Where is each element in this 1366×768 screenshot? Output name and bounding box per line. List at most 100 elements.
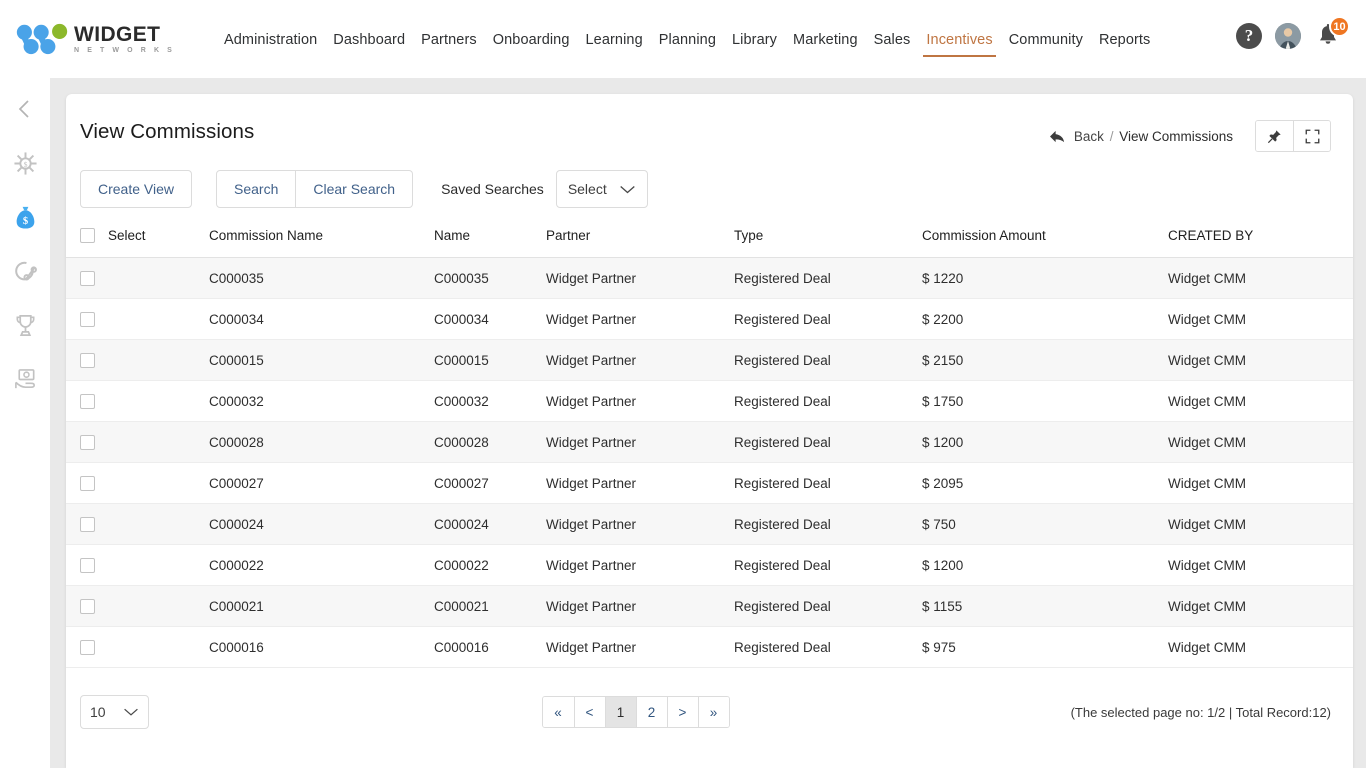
nav-item-reports[interactable]: Reports — [1091, 32, 1158, 64]
fullscreen-expand-icon[interactable] — [1293, 121, 1330, 151]
page-button-2[interactable]: 2 — [636, 697, 667, 727]
page-button-[interactable]: > — [667, 697, 698, 727]
nav-item-learning[interactable]: Learning — [578, 32, 651, 64]
table-row[interactable]: C000027C000027Widget PartnerRegistered D… — [66, 463, 1353, 504]
nav-item-partners[interactable]: Partners — [413, 32, 485, 64]
cell-partner[interactable]: Widget Partner — [546, 504, 734, 545]
table-row[interactable]: C000022C000022Widget PartnerRegistered D… — [66, 545, 1353, 586]
cell-name[interactable]: C000016 — [434, 627, 546, 668]
cell-partner[interactable]: Widget Partner — [546, 381, 734, 422]
cell-created-by[interactable]: Widget CMM — [1168, 627, 1353, 668]
cell-name[interactable]: C000015 — [434, 340, 546, 381]
cell-commission-name[interactable]: C000015 — [209, 340, 434, 381]
nav-item-onboarding[interactable]: Onboarding — [485, 32, 578, 64]
table-row[interactable]: C000034C000034Widget PartnerRegistered D… — [66, 299, 1353, 340]
clear-search-button[interactable]: Clear Search — [296, 170, 413, 208]
user-avatar-icon[interactable] — [1275, 23, 1301, 49]
cell-created-by[interactable]: Widget CMM — [1168, 504, 1353, 545]
cell-created-by[interactable]: Widget CMM — [1168, 381, 1353, 422]
page-button-[interactable]: < — [574, 697, 605, 727]
select-all-checkbox[interactable] — [80, 228, 95, 243]
row-checkbox[interactable] — [80, 394, 95, 409]
search-button[interactable]: Search — [216, 170, 296, 208]
breadcrumb-back-link[interactable]: Back — [1074, 129, 1104, 144]
cell-partner[interactable]: Widget Partner — [546, 299, 734, 340]
row-checkbox[interactable] — [80, 640, 95, 655]
cell-name[interactable]: C000027 — [434, 463, 546, 504]
cell-created-by[interactable]: Widget CMM — [1168, 422, 1353, 463]
nav-item-marketing[interactable]: Marketing — [785, 32, 866, 64]
row-checkbox[interactable] — [80, 312, 95, 327]
nav-item-community[interactable]: Community — [1001, 32, 1091, 64]
page-button-[interactable]: « — [543, 697, 574, 727]
table-row[interactable]: C000032C000032Widget PartnerRegistered D… — [66, 381, 1353, 422]
row-checkbox[interactable] — [80, 558, 95, 573]
table-row[interactable]: C000024C000024Widget PartnerRegistered D… — [66, 504, 1353, 545]
cell-created-by[interactable]: Widget CMM — [1168, 586, 1353, 627]
cell-created-by[interactable]: Widget CMM — [1168, 545, 1353, 586]
cell-commission-amount: $ 1200 — [922, 545, 1168, 586]
cell-name[interactable]: C000032 — [434, 381, 546, 422]
cell-commission-name[interactable]: C000021 — [209, 586, 434, 627]
notification-bell-icon[interactable]: 10 — [1314, 22, 1342, 50]
cell-name[interactable]: C000021 — [434, 586, 546, 627]
page-button-[interactable]: » — [698, 697, 729, 727]
cell-partner[interactable]: Widget Partner — [546, 422, 734, 463]
row-checkbox[interactable] — [80, 435, 95, 450]
hand-cash-icon[interactable] — [8, 362, 42, 396]
cell-partner[interactable]: Widget Partner — [546, 586, 734, 627]
percent-rebate-icon[interactable] — [8, 254, 42, 288]
pin-icon[interactable] — [1256, 121, 1293, 151]
row-checkbox[interactable] — [80, 517, 95, 532]
nav-item-library[interactable]: Library — [724, 32, 785, 64]
collapse-chevron-left-icon[interactable] — [8, 92, 42, 126]
table-row[interactable]: C000015C000015Widget PartnerRegistered D… — [66, 340, 1353, 381]
cell-commission-name[interactable]: C000027 — [209, 463, 434, 504]
back-arrow-icon[interactable] — [1049, 129, 1066, 144]
nav-item-administration[interactable]: Administration — [216, 32, 325, 64]
money-bag-icon[interactable]: $ — [8, 200, 42, 234]
cell-created-by[interactable]: Widget CMM — [1168, 463, 1353, 504]
cell-name[interactable]: C000035 — [434, 258, 546, 299]
cell-created-by[interactable]: Widget CMM — [1168, 299, 1353, 340]
cell-partner[interactable]: Widget Partner — [546, 545, 734, 586]
table-row[interactable]: C000035C000035Widget PartnerRegistered D… — [66, 258, 1353, 299]
cell-name[interactable]: C000028 — [434, 422, 546, 463]
cell-partner[interactable]: Widget Partner — [546, 340, 734, 381]
table-row[interactable]: C000021C000021Widget PartnerRegistered D… — [66, 586, 1353, 627]
page-button-1[interactable]: 1 — [605, 697, 636, 727]
cell-commission-name[interactable]: C000022 — [209, 545, 434, 586]
saved-searches-select[interactable]: Select — [556, 170, 648, 208]
cell-commission-name[interactable]: C000016 — [209, 627, 434, 668]
nav-item-planning[interactable]: Planning — [651, 32, 724, 64]
brand-logo[interactable]: WIDGET N E T W O R K S — [16, 14, 184, 64]
table-row[interactable]: C000016C000016Widget PartnerRegistered D… — [66, 627, 1353, 668]
cell-name[interactable]: C000034 — [434, 299, 546, 340]
table-row[interactable]: C000028C000028Widget PartnerRegistered D… — [66, 422, 1353, 463]
cell-commission-name[interactable]: C000034 — [209, 299, 434, 340]
nav-item-dashboard[interactable]: Dashboard — [325, 32, 413, 64]
cell-partner[interactable]: Widget Partner — [546, 463, 734, 504]
cell-commission-name[interactable]: C000028 — [209, 422, 434, 463]
cell-commission-name[interactable]: C000032 — [209, 381, 434, 422]
nav-item-incentives[interactable]: Incentives — [918, 32, 1000, 64]
create-view-button[interactable]: Create View — [80, 170, 192, 208]
settings-gear-icon[interactable]: $ — [8, 146, 42, 180]
cell-partner[interactable]: Widget Partner — [546, 258, 734, 299]
cell-created-by[interactable]: Widget CMM — [1168, 258, 1353, 299]
row-checkbox[interactable] — [80, 271, 95, 286]
cell-commission-name[interactable]: C000035 — [209, 258, 434, 299]
cell-name[interactable]: C000022 — [434, 545, 546, 586]
cell-commission-name[interactable]: C000024 — [209, 504, 434, 545]
help-question-icon[interactable]: ? — [1236, 23, 1262, 49]
trophy-icon[interactable] — [8, 308, 42, 342]
row-checkbox[interactable] — [80, 476, 95, 491]
row-checkbox[interactable] — [80, 353, 95, 368]
cell-partner[interactable]: Widget Partner — [546, 627, 734, 668]
cell-name[interactable]: C000024 — [434, 504, 546, 545]
row-checkbox[interactable] — [80, 599, 95, 614]
nav-item-sales[interactable]: Sales — [866, 32, 919, 64]
page-size-select[interactable]: 10 — [80, 695, 149, 729]
chevron-left-glyph — [13, 97, 37, 121]
cell-created-by[interactable]: Widget CMM — [1168, 340, 1353, 381]
